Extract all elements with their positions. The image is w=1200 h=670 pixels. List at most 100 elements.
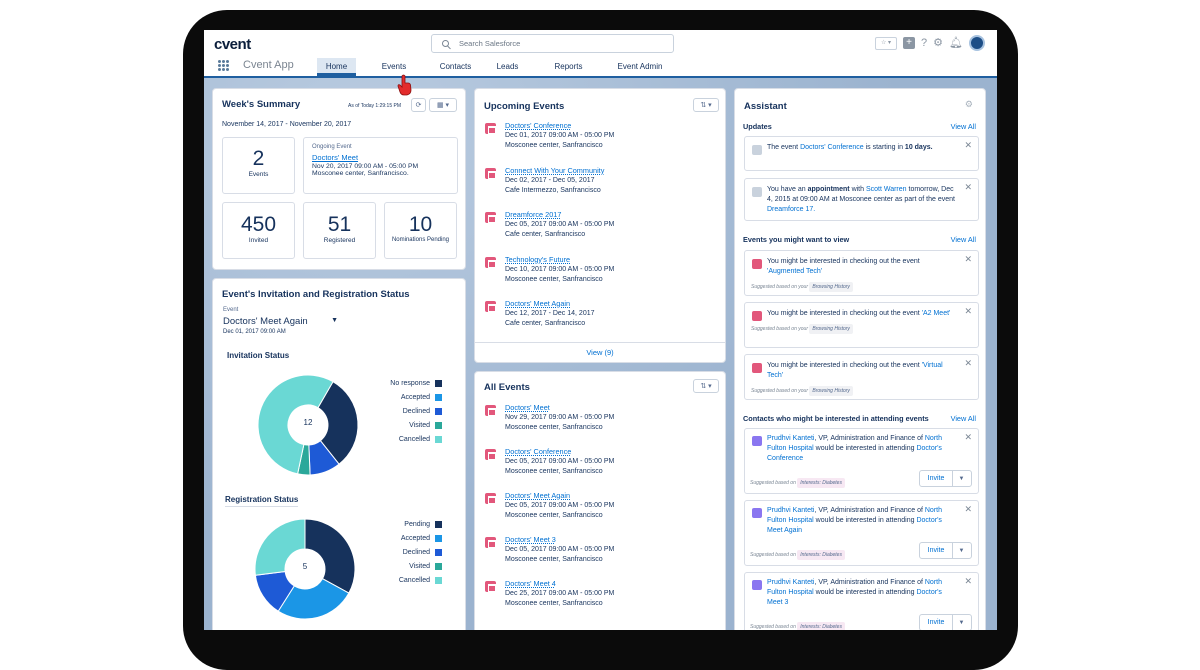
contact-icon — [752, 436, 762, 446]
events-view-all-link[interactable]: View All — [951, 235, 976, 244]
tab-contacts[interactable]: Contacts — [433, 58, 478, 76]
global-actions-icon[interactable]: + — [903, 37, 916, 49]
event-details: Doctors' Conference Dec 05, 2017 09:00 AM… — [505, 447, 614, 477]
event-calendar-icon — [485, 212, 496, 223]
legend-swatch — [435, 562, 442, 570]
ongoing-event-date: Nov 20, 2017 09:00 AM - 05:00 PM — [312, 163, 419, 170]
event-name-link[interactable]: Connect With Your Community — [505, 166, 604, 176]
legend-label: Declined — [402, 548, 430, 556]
close-icon[interactable]: ✕ — [964, 358, 972, 368]
global-header: cvent Search Salesforce ☆ ▾ + ? ⚙ 🔔︎ — [204, 30, 997, 58]
event-name-link[interactable]: Doctors' Conference — [505, 447, 614, 457]
event-name-link[interactable]: Doctors' Meet — [505, 403, 614, 413]
calendar-icon — [752, 187, 762, 197]
event-select[interactable]: Doctors' Meet Again ▼ — [223, 316, 338, 327]
invite-button[interactable]: Invite — [920, 615, 953, 630]
update2-event-link[interactable]: Dreamforce 17. — [767, 206, 815, 213]
contacts-label: Contacts who might be interested in atte… — [743, 414, 929, 423]
event-calendar-icon — [485, 537, 496, 548]
all-events-title: All Events — [484, 382, 530, 393]
update-card-appointment: You have an appointment with Scott Warre… — [744, 178, 979, 221]
invited-tile[interactable]: 450 Invited — [222, 202, 295, 259]
event-name-link[interactable]: Doctors' Meet Again — [505, 299, 595, 309]
status-title: Event's Invitation and Registration Stat… — [222, 289, 410, 300]
main-content: Week's Summary As of Today 1:29:15 PM ⟳ … — [204, 78, 997, 630]
setup-gear-icon[interactable]: ⚙ — [933, 36, 943, 50]
event-calendar-icon — [485, 405, 496, 416]
assistant-settings-gear-icon[interactable]: ⚙ — [965, 99, 973, 110]
favorites-icon[interactable]: ☆ ▾ — [875, 36, 898, 50]
tab-home[interactable]: Home — [317, 58, 356, 76]
app-screen: cvent Search Salesforce ☆ ▾ + ? ⚙ 🔔︎ Cve… — [204, 30, 997, 630]
event-calendar-icon — [485, 123, 496, 134]
suggested-event-card: You might be interested in checking out … — [744, 354, 979, 400]
contact-name-link[interactable]: Prudhvi Kanteti — [767, 435, 814, 442]
tab-event-admin[interactable]: Event Admin — [610, 58, 670, 76]
close-icon[interactable]: ✕ — [964, 432, 972, 442]
updates-view-all-link[interactable]: View All — [951, 122, 976, 131]
nominations-pending-tile[interactable]: 10 Nominations Pending — [384, 202, 457, 259]
events-view-label: Events you might want to view — [743, 235, 850, 244]
event-name-link[interactable]: Doctors' Meet Again — [505, 491, 614, 501]
interest-tag: Interests: Diabetes — [797, 622, 845, 630]
calendar-picker-button[interactable]: ▦ ▾ — [429, 98, 457, 112]
invite-button[interactable]: Invite — [920, 543, 953, 558]
upcoming-view-all-link[interactable]: View (9) — [475, 342, 725, 362]
event-name-link[interactable]: Technology's Future — [505, 255, 614, 265]
chevron-down-icon[interactable]: ▼ — [953, 616, 970, 630]
refresh-button[interactable]: ⟳ — [411, 98, 426, 112]
ongoing-event-tile[interactable]: Ongoing Event Doctors' Meet Nov 20, 2017… — [303, 137, 458, 194]
global-search-input[interactable]: Search Salesforce — [431, 34, 674, 53]
legend-label: Declined — [402, 407, 430, 415]
event-date: Dec 02, 2017 - Dec 05, 2017 — [505, 176, 595, 184]
tab-leads[interactable]: Leads — [490, 58, 525, 76]
close-icon[interactable]: ✕ — [964, 182, 972, 192]
event-date: Dec 05, 2017 09:00 AM - 05:00 PM — [505, 458, 615, 465]
suggested-contact-card: Prudhvi Kanteti, VP, Administration and … — [744, 500, 979, 566]
event-place: Mosconee center, Sanfrancisco — [505, 556, 603, 563]
legend-swatch — [435, 520, 442, 528]
events-count-tile[interactable]: 2 Events — [222, 137, 295, 194]
app-launcher-icon[interactable] — [218, 60, 229, 71]
suggested-label: Suggested based on your — [751, 326, 808, 332]
summary-title: Week's Summary — [222, 99, 301, 110]
user-avatar[interactable] — [969, 35, 985, 51]
all-events-sort-button[interactable]: ⇅ ▾ — [693, 379, 719, 393]
updates-header: Updates View All — [743, 122, 976, 131]
event-name-link[interactable]: Doctors' Meet 3 — [505, 535, 614, 545]
help-icon[interactable]: ? — [921, 36, 927, 50]
event-name-link[interactable]: Dreamforce 2017 — [505, 210, 614, 220]
suggestion-text: You might be interested in checking out … — [767, 310, 922, 317]
invite-button[interactable]: Invite — [920, 471, 953, 486]
suggested-event-card: You might be interested in checking out … — [744, 302, 979, 348]
close-icon[interactable]: ✕ — [964, 306, 972, 316]
close-icon[interactable]: ✕ — [964, 254, 972, 264]
legend-swatch — [435, 576, 442, 584]
registered-tile[interactable]: 51 Registered — [303, 202, 376, 259]
chevron-down-icon[interactable]: ▼ — [953, 472, 970, 487]
contact-name-link[interactable]: Prudhvi Kanteti — [767, 507, 814, 514]
event-place: Cafe Intermezzo, Sanfrancisco — [505, 186, 601, 194]
close-icon[interactable]: ✕ — [964, 140, 972, 150]
contacts-view-all-link[interactable]: View All — [951, 414, 976, 423]
event-name-link[interactable]: Doctors' Conference — [505, 121, 614, 131]
close-icon[interactable]: ✕ — [964, 504, 972, 514]
notifications-bell-icon[interactable]: 🔔︎ — [949, 36, 963, 50]
tab-reports[interactable]: Reports — [546, 58, 591, 76]
suggested-event-link[interactable]: 'Augmented Tech' — [767, 268, 822, 275]
invite-split-button: Invite ▼ — [919, 614, 972, 630]
event-calendar-icon — [752, 363, 762, 373]
update2-person-link[interactable]: Scott Warren — [866, 186, 907, 193]
update1-event-link[interactable]: Doctors' Conference — [800, 144, 864, 151]
contact-name-link[interactable]: Prudhvi Kanteti — [767, 579, 814, 586]
ongoing-event-link[interactable]: Doctors' Meet — [312, 153, 449, 162]
close-icon[interactable]: ✕ — [964, 576, 972, 586]
upcoming-event-row: Doctors' Conference Dec 01, 2017 09:00 AM… — [485, 121, 715, 157]
upcoming-sort-button[interactable]: ⇅ ▾ — [693, 98, 719, 112]
event-name-link[interactable]: Doctors' Meet 4 — [505, 579, 614, 589]
ongoing-event-place: Mosconee center, Sanfrancisco. — [312, 170, 409, 177]
suggested-event-link[interactable]: 'A2 Meet' — [922, 310, 951, 317]
suggestion-text: You might be interested in checking out … — [767, 258, 920, 265]
event-calendar-icon — [485, 581, 496, 592]
chevron-down-icon[interactable]: ▼ — [953, 544, 970, 559]
